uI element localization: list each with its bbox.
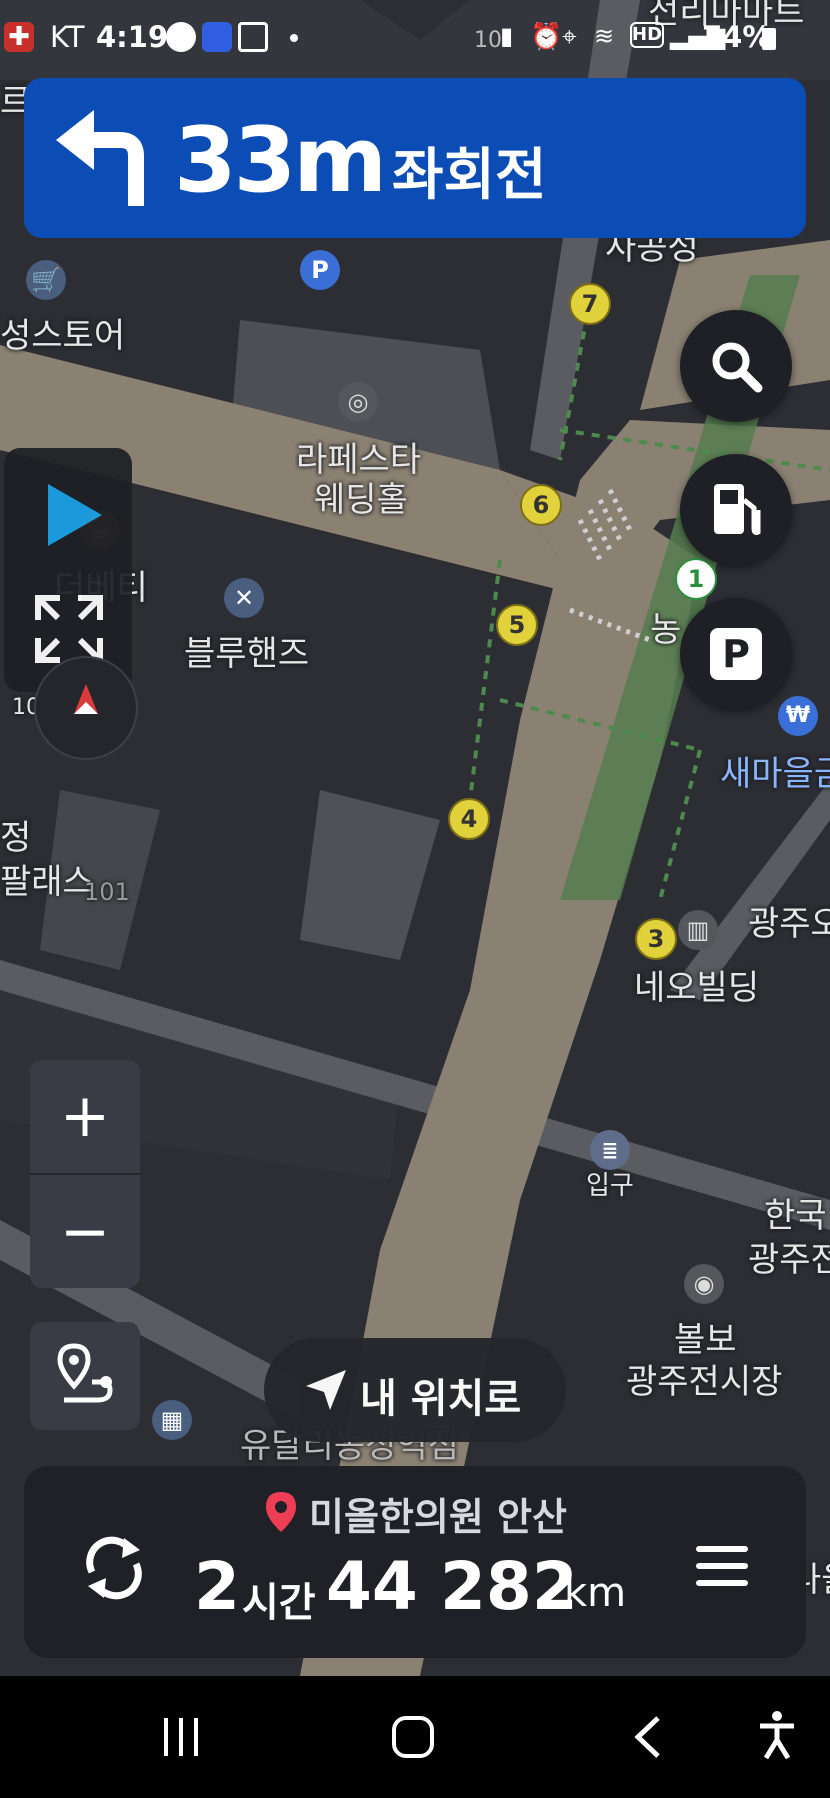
signal-icon: ▂▄▆ — [670, 22, 726, 50]
route-options-icon — [57, 1343, 113, 1403]
remaining-distance: 282 — [440, 1548, 578, 1625]
wrench-poi-icon: ✕ — [224, 578, 264, 618]
route-summary-card: 미올한의원 안산 2 시간 44 282 km — [24, 1466, 806, 1658]
map-label: 성스토어 — [0, 316, 126, 356]
ring-poi-icon: ◎ — [338, 382, 378, 422]
map-label: 정 — [0, 818, 32, 858]
turn-left-arrow-icon — [56, 110, 144, 206]
map-label: 광주전시장 — [626, 1362, 783, 1402]
map-label: 볼보 — [674, 1320, 737, 1360]
parking-icon: P — [710, 628, 762, 680]
location-icon: ⌖ — [562, 22, 577, 52]
play-icon[interactable] — [44, 482, 104, 548]
map-label: 팔래스 — [0, 862, 94, 902]
eta-minutes: 44 — [326, 1548, 418, 1625]
wifi-icon: ≋ — [594, 22, 615, 50]
battery-icon — [762, 28, 776, 50]
eta-hours: 2 — [194, 1548, 240, 1625]
back-icon[interactable] — [630, 1714, 664, 1760]
dot-icon — [290, 34, 298, 42]
hd-icon: HD — [630, 22, 664, 48]
turn-instruction-banner: 33m 좌회전 — [24, 78, 806, 238]
my-location-button[interactable]: 내 위치로 — [264, 1338, 566, 1442]
parking-poi-icon: P — [300, 250, 340, 290]
search-button[interactable] — [680, 310, 792, 422]
route-options-button[interactable] — [30, 1322, 140, 1430]
battery-saver-icon: ▮ — [500, 22, 514, 50]
transit-stop-3: 3 — [635, 918, 677, 960]
status-bar: ✚ KT 4:19 10 ▮ ⏰ ⌖ ≋ HD ▂▄▆ 74% — [0, 0, 830, 80]
system-navigation-bar — [0, 1676, 830, 1798]
transit-stop-7: 7 — [569, 283, 611, 325]
eta-hour-unit: 시간 — [242, 1580, 316, 1626]
gallery-notification-icon — [238, 22, 268, 52]
alarm-icon: ⏰ — [530, 22, 563, 52]
recents-icon[interactable] — [160, 1716, 202, 1758]
shopping-cart-icon: 🛒 — [26, 260, 66, 300]
reroute-icon[interactable] — [78, 1532, 150, 1604]
map-label: 광주오 — [748, 904, 830, 944]
map-label: 웨딩홀 — [314, 480, 408, 520]
map-label: 입구 — [586, 1171, 634, 1201]
carrier-label: KT — [50, 20, 85, 54]
map-label: 농 — [650, 610, 682, 650]
zoom-in-button[interactable]: + — [30, 1060, 140, 1172]
my-location-label: 내 위치로 — [360, 1376, 522, 1422]
transit-stop-5: 5 — [496, 604, 538, 646]
store-poi-icon: ▦ — [152, 1400, 192, 1440]
zoom-out-button[interactable]: − — [30, 1176, 140, 1288]
map-label: 블루핸즈 — [184, 634, 310, 674]
map-label: 한국 — [764, 1196, 827, 1236]
expand-icon[interactable] — [34, 594, 104, 664]
parking-button[interactable]: P — [680, 598, 792, 710]
map-label: 101 — [84, 878, 130, 906]
car-notification-icon — [166, 22, 196, 52]
map-label: 라페스타 — [296, 440, 422, 480]
zoom-controls: + − — [30, 1060, 140, 1288]
destination-name: 미올한의원 안산 — [309, 1495, 567, 1539]
menu-icon[interactable] — [694, 1542, 750, 1590]
battery-percent: 74% — [702, 20, 772, 54]
app-notification-icon — [202, 22, 232, 52]
distance-unit: km — [564, 1570, 627, 1616]
fuel-station-icon — [714, 484, 761, 535]
turn-distance: 33m — [174, 108, 387, 213]
info-poi-icon: ≣ — [590, 1130, 630, 1170]
home-icon[interactable] — [390, 1714, 436, 1760]
navigation-arrow-icon — [306, 1370, 346, 1410]
status-small-number: 10 — [474, 28, 502, 53]
map-label: 새마을금 — [720, 754, 830, 794]
target-poi-icon: ◉ — [684, 1264, 724, 1304]
fuel-station-button[interactable] — [680, 454, 792, 566]
search-icon — [712, 342, 763, 393]
compass-icon[interactable] — [34, 656, 138, 760]
bank-poi-icon: ₩ — [778, 696, 818, 736]
building-poi-icon: ▥ — [678, 910, 718, 950]
turn-road-name: 좌회전 — [392, 143, 547, 208]
status-time: 4:19 — [96, 20, 169, 54]
side-panel — [4, 448, 132, 692]
transit-stop-6: 6 — [520, 484, 562, 526]
destination-pin-icon — [266, 1492, 296, 1532]
transit-stop-1: 1 — [675, 558, 717, 600]
medical-app-icon: ✚ — [4, 22, 34, 52]
map-label: 광주전 — [748, 1240, 830, 1280]
zoom-divider — [30, 1173, 140, 1175]
accessibility-icon[interactable] — [756, 1710, 798, 1760]
transit-stop-4: 4 — [448, 798, 490, 840]
map-label: 네오빌딩 — [634, 968, 760, 1008]
